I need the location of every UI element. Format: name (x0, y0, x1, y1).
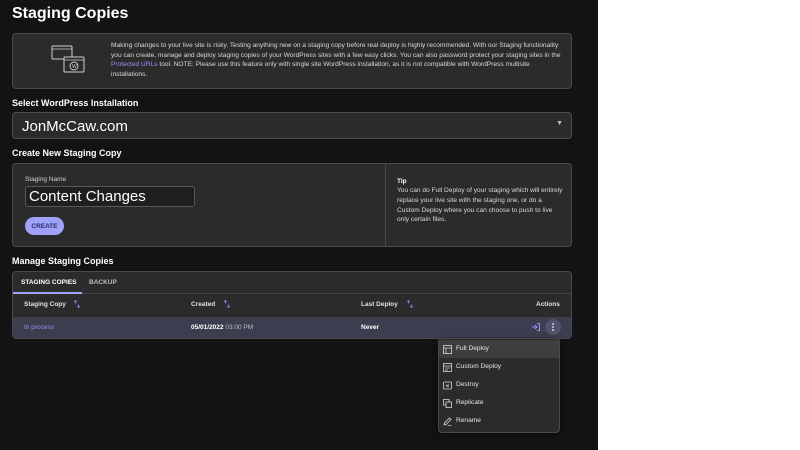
tab-bar: STAGING COPIES BACKUP (13, 272, 571, 294)
manage-staging-panel: STAGING COPIES BACKUP Staging Copy Creat… (12, 271, 572, 339)
menu-label: Rename (456, 417, 481, 424)
info-box: W Making changes to your live site is ri… (12, 33, 572, 89)
staging-status: In process (24, 324, 54, 331)
last-deploy-value: Never (361, 324, 380, 331)
staging-name-label: Staging Name (25, 176, 67, 183)
menu-label: Full Deploy (456, 345, 489, 352)
staging-name-input[interactable] (25, 186, 195, 207)
svg-text:W: W (72, 64, 77, 70)
menu-label: Custom Deploy (456, 363, 502, 370)
replicate-icon (443, 399, 452, 408)
active-tab-indicator (13, 292, 82, 294)
login-icon[interactable] (531, 322, 541, 332)
rename-icon (443, 417, 452, 426)
sort-icon[interactable] (74, 300, 80, 308)
destroy-icon (443, 381, 452, 390)
create-staging-panel: Staging Name CREATE Tip You can do Full … (12, 163, 572, 247)
actions-menu: Full Deploy Custom Deploy Destroy Replic… (438, 338, 560, 433)
menu-label: Destroy (456, 381, 479, 388)
more-actions-button[interactable] (545, 319, 561, 335)
select-installation-title: Select WordPress Installation (12, 98, 139, 108)
column-staging-copy[interactable]: Staging Copy (24, 301, 66, 308)
menu-label: Replicate (456, 399, 484, 406)
created-time: 03:00 PM (225, 324, 254, 331)
created-value: 05/01/2022 03:00 PM (191, 324, 253, 331)
menu-item-full-deploy[interactable]: Full Deploy (439, 340, 559, 358)
full-deploy-icon (443, 345, 452, 354)
staging-app: Staging Copies W Making changes to your … (0, 0, 598, 450)
sort-icon[interactable] (224, 300, 230, 308)
menu-item-rename[interactable]: Rename (439, 412, 559, 430)
caret-down-icon: ▼ (556, 120, 563, 127)
tip-text: You can do Full Deploy of your staging w… (397, 187, 563, 224)
staging-illustration-icon: W (51, 45, 85, 73)
manage-staging-title: Manage Staging Copies (12, 256, 114, 266)
custom-deploy-icon (443, 363, 452, 372)
column-actions: Actions (536, 301, 560, 308)
page-title: Staging Copies (12, 5, 129, 22)
column-last-deploy[interactable]: Last Deploy (361, 301, 398, 308)
create-button[interactable]: CREATE (25, 217, 64, 235)
protected-urls-link[interactable]: Protected URLs (111, 61, 158, 68)
column-created[interactable]: Created (191, 301, 215, 308)
installation-select-value: JonMcCaw.com (22, 118, 128, 135)
menu-item-destroy[interactable]: Destroy (439, 376, 559, 394)
tab-backup[interactable]: BACKUP (89, 279, 117, 286)
tab-staging-copies[interactable]: STAGING COPIES (21, 279, 77, 286)
installation-select[interactable]: JonMcCaw.com ▼ (12, 112, 572, 139)
menu-item-replicate[interactable]: Replicate (439, 394, 559, 412)
info-text: Making changes to your live site is risk… (111, 42, 561, 79)
create-form: Staging Name CREATE (13, 164, 386, 246)
menu-item-custom-deploy[interactable]: Custom Deploy (439, 358, 559, 376)
sort-icon[interactable] (407, 300, 413, 308)
tip-title: Tip (397, 178, 407, 185)
created-date: 05/01/2022 (191, 324, 224, 331)
create-staging-title: Create New Staging Copy (12, 148, 122, 158)
table-row: In process 05/01/2022 03:00 PM Never (13, 317, 571, 338)
